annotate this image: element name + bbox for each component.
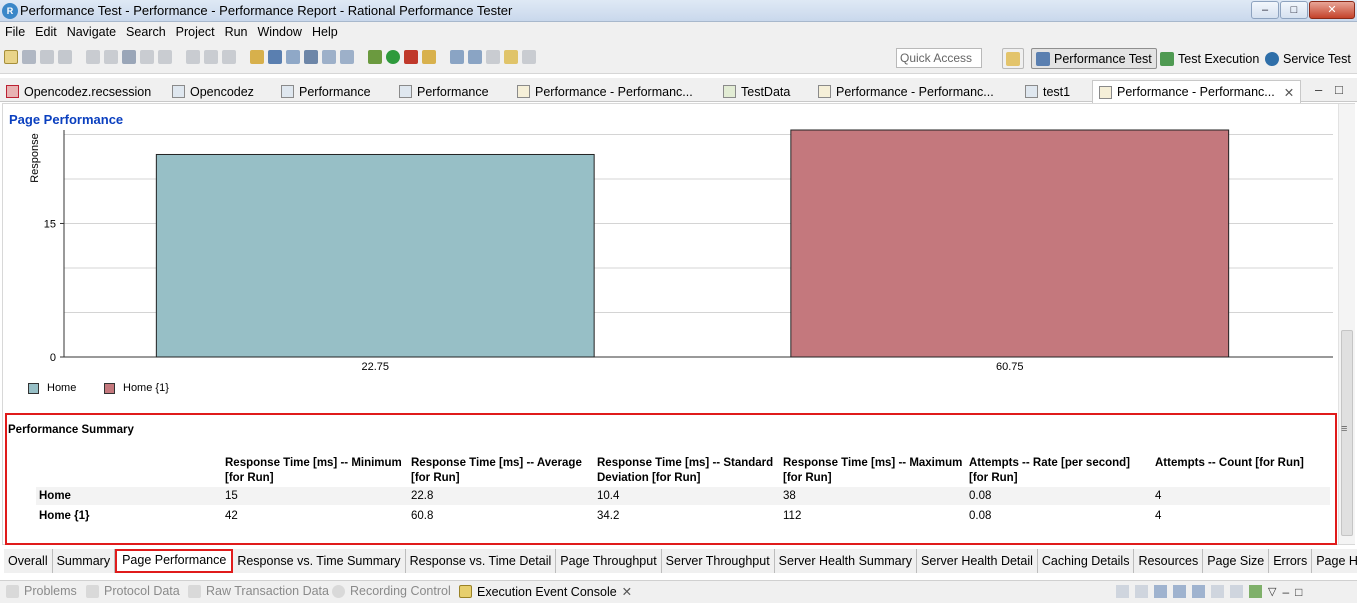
report-tab-response-vs-time-detail[interactable]: Response vs. Time Detail — [405, 549, 557, 573]
view-tab-label: Problems — [24, 584, 77, 598]
settings-icon[interactable] — [1230, 585, 1243, 598]
legend-swatch — [104, 382, 115, 394]
legend-item: Home — [28, 382, 76, 394]
report-tab-page-performance[interactable]: Page Performance — [115, 549, 234, 573]
column-header: Response Time [ms] -- Minimum [for Run] — [225, 457, 402, 484]
report-tab-page-throughput[interactable]: Page Throughput — [556, 549, 662, 573]
legend-label: Home {1} — [123, 382, 169, 394]
view-tab-label: Raw Transaction Data — [206, 584, 329, 598]
row-label: Home — [39, 490, 71, 502]
sash-grip-icon[interactable]: ≡ — [1341, 423, 1347, 435]
report-tab-page-health[interactable]: Page Health — [1312, 549, 1357, 573]
filter-icon[interactable] — [1192, 585, 1205, 598]
table-cell: 42 — [225, 510, 238, 522]
summary-title: Performance Summary — [8, 424, 134, 436]
table-cell: 38 — [783, 490, 796, 502]
view-tab-raw-transaction-data[interactable]: Raw Transaction Data — [188, 584, 329, 598]
view-tab-protocol-data[interactable]: Protocol Data — [86, 584, 180, 598]
table-cell: 4 — [1155, 510, 1162, 522]
view-menu-icon[interactable]: ▽ — [1268, 585, 1276, 599]
report-tab-server-throughput[interactable]: Server Throughput — [661, 549, 775, 573]
legend-label: Home — [47, 382, 77, 394]
view-toolbar: ▽ – □ — [1116, 585, 1302, 599]
view-tab-recording-control[interactable]: Recording Control — [332, 584, 451, 598]
report-tab-resources[interactable]: Resources — [1134, 549, 1204, 573]
export-icon[interactable] — [1211, 585, 1224, 598]
report-tab-overall[interactable]: Overall — [4, 549, 53, 573]
report-tab-page-size[interactable]: Page Size — [1203, 549, 1270, 573]
clear-icon[interactable] — [1116, 585, 1129, 598]
expand-all-icon[interactable] — [1154, 585, 1167, 598]
save-log-icon[interactable] — [1249, 585, 1262, 598]
bar-home — [155, 153, 595, 358]
report-tab-caching-details[interactable]: Caching Details — [1037, 549, 1135, 573]
console-icon — [459, 585, 472, 598]
report-tab-errors[interactable]: Errors — [1269, 549, 1313, 573]
report-tab-summary[interactable]: Summary — [52, 549, 116, 573]
table-cell: 15 — [225, 490, 238, 502]
view-tab-execution-event-console[interactable]: Execution Event Console ✕ — [459, 584, 632, 599]
table-cell: 10.4 — [597, 490, 620, 502]
column-header: Response Time [ms] -- Maximum [for Run] — [783, 457, 963, 484]
column-header: Attempts -- Rate [per second] [for Run] — [969, 457, 1131, 484]
column-header: Response Time [ms] -- Standard Deviation… — [597, 457, 774, 484]
table-cell: 22.8 — [411, 490, 434, 502]
maximize-view-icon[interactable]: □ — [1295, 585, 1302, 599]
table-cell: 112 — [783, 510, 802, 522]
table-cell: 4 — [1155, 490, 1162, 502]
y-tick-label: 0 — [50, 352, 56, 364]
column-header: Attempts -- Count [for Run] — [1155, 457, 1304, 469]
lock-icon[interactable] — [1135, 585, 1148, 598]
table-cell: 0.08 — [969, 490, 992, 502]
report-tab-bar: Overall Summary Page Performance Respons… — [4, 549, 1357, 573]
row-label: Home {1} — [39, 510, 90, 522]
report-tab-server-health-summary[interactable]: Server Health Summary — [774, 549, 918, 573]
x-tick-label: 22.75 — [361, 361, 389, 373]
raw-transaction-icon — [188, 584, 201, 598]
column-header: Response Time [ms] -- Average [for Run] — [411, 457, 582, 484]
legend-item: Home {1} — [104, 382, 169, 394]
table-cell: 34.2 — [597, 510, 620, 522]
y-tick-label: 15 — [44, 218, 56, 230]
collapse-all-icon[interactable] — [1173, 585, 1186, 598]
recording-control-icon — [332, 584, 345, 598]
bar-home-1 — [790, 129, 1230, 358]
view-tab-label: Execution Event Console — [477, 584, 617, 599]
minimize-view-icon[interactable]: – — [1282, 585, 1289, 599]
table-cell: 60.8 — [411, 510, 434, 522]
y-axis-label: Response — [29, 133, 41, 183]
problems-icon — [6, 584, 19, 598]
report-tab-server-health-detail[interactable]: Server Health Detail — [917, 549, 1038, 573]
view-tab-label: Recording Control — [350, 584, 451, 598]
vertical-scrollbar[interactable] — [1338, 104, 1355, 544]
close-view-icon[interactable]: ✕ — [622, 584, 632, 599]
report-tab-response-vs-time-summary[interactable]: Response vs. Time Summary — [233, 549, 406, 573]
x-tick-label: 60.75 — [996, 361, 1024, 373]
protocol-data-icon — [86, 584, 99, 598]
legend-swatch — [28, 382, 39, 394]
table-cell: 0.08 — [969, 510, 992, 522]
view-tab-problems[interactable]: Problems — [6, 584, 77, 598]
view-tab-label: Protocol Data — [104, 584, 180, 598]
